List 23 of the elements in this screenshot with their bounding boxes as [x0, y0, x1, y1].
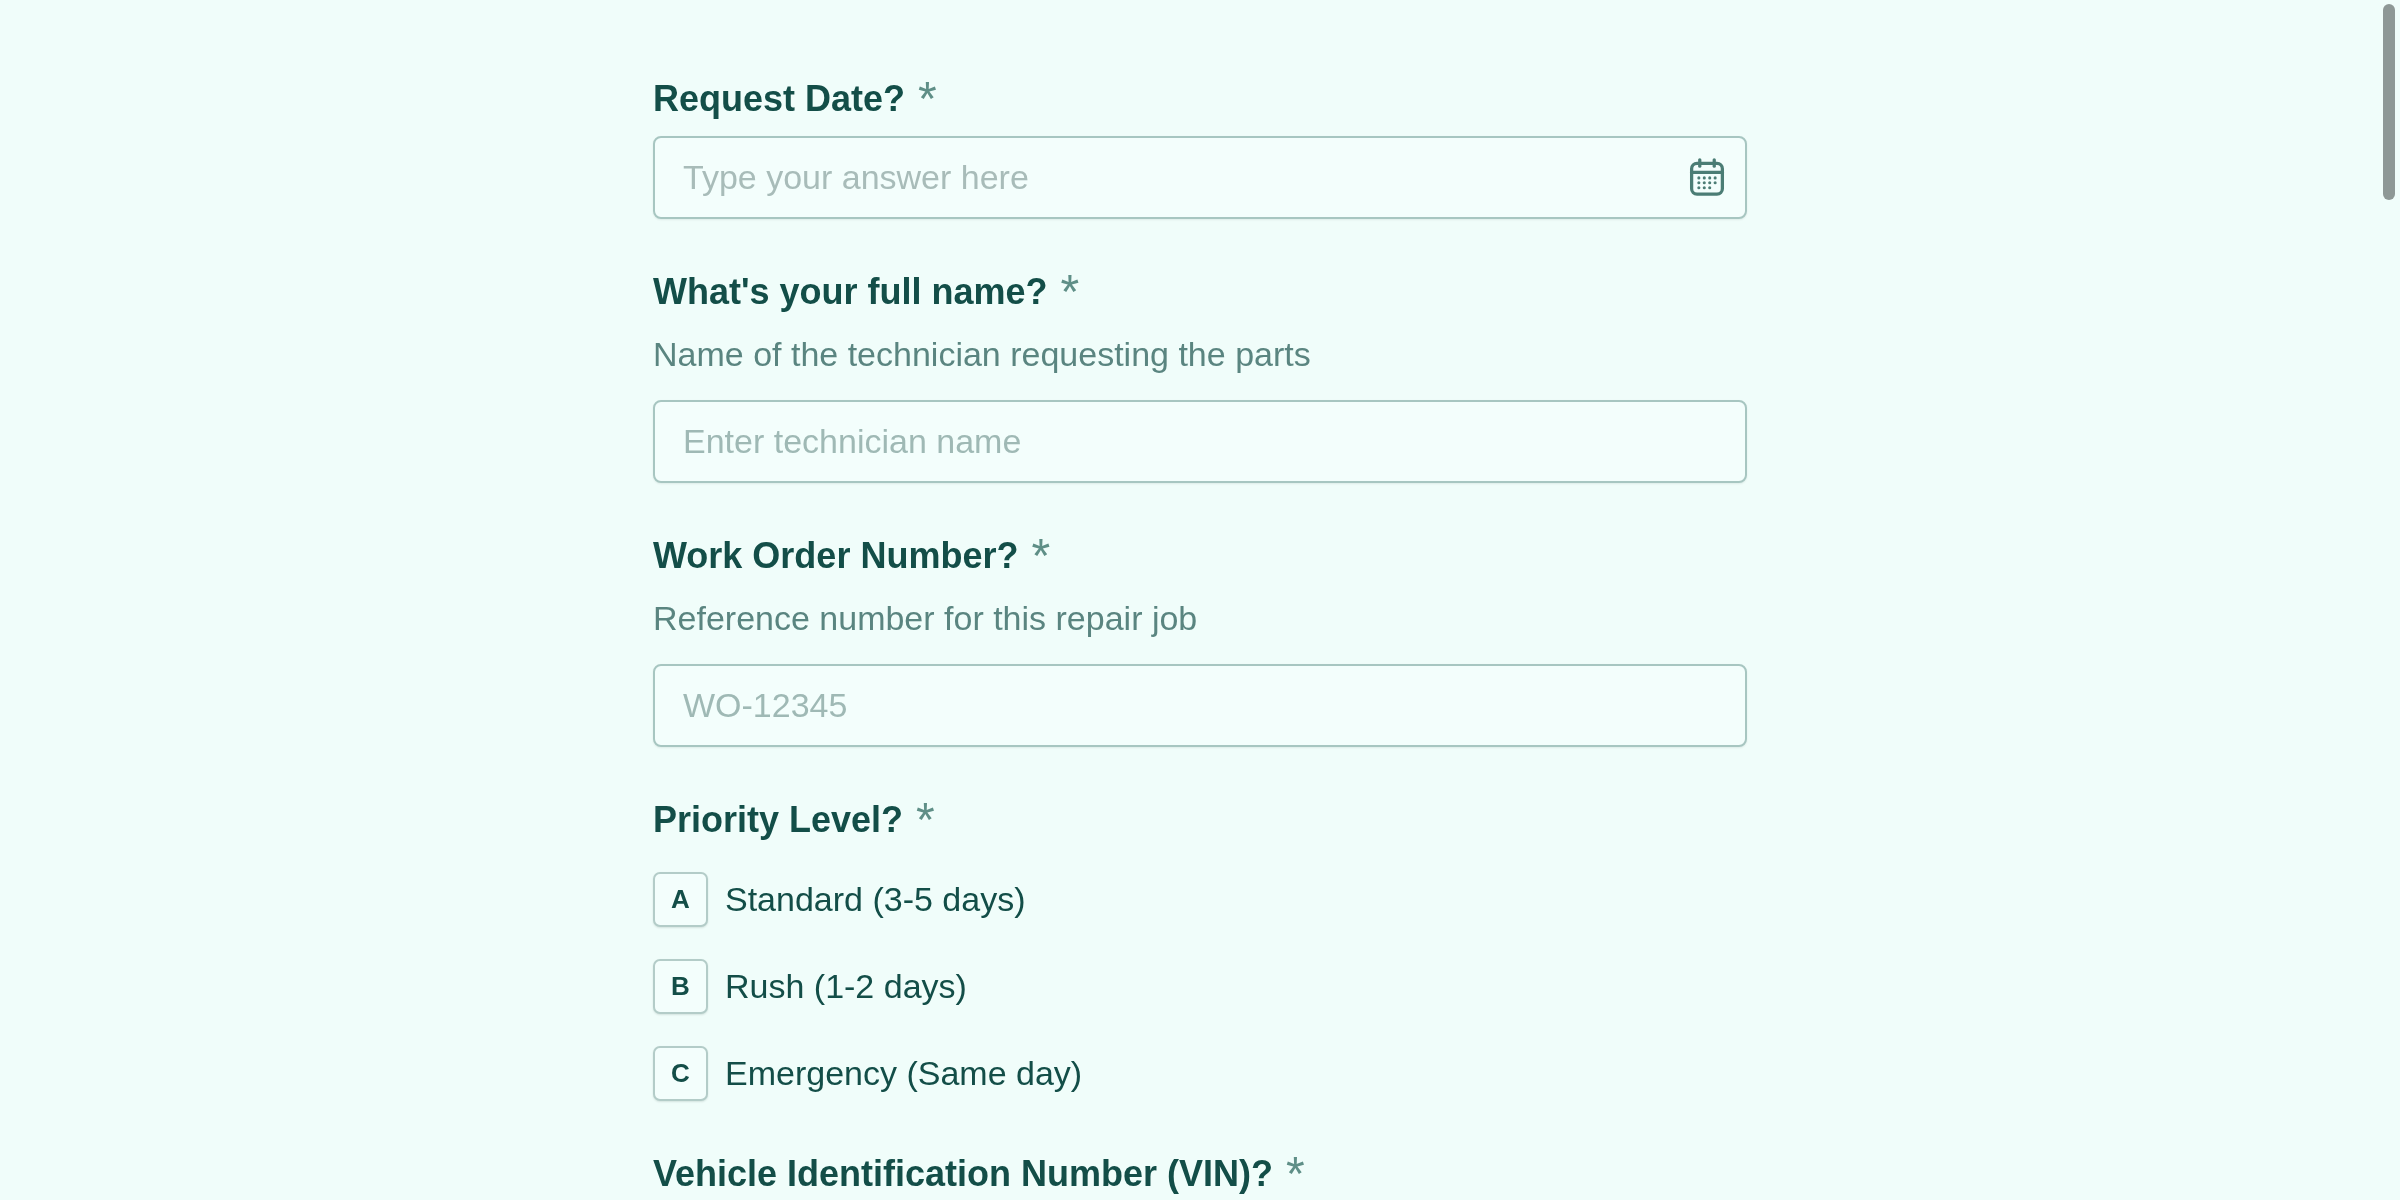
required-mark: *: [918, 78, 937, 120]
question-label: Request Date?: [653, 78, 906, 120]
required-mark: *: [1060, 271, 1080, 313]
required-mark: *: [1286, 1153, 1305, 1195]
question-description: Reference number for this repair job: [653, 598, 1199, 639]
required-mark: *: [916, 799, 935, 841]
required-mark: *: [1031, 535, 1051, 577]
calendar-icon[interactable]: [1688, 158, 1726, 196]
choice-option[interactable]: B Rush (1-2 days): [653, 959, 967, 1014]
choice-option[interactable]: C Emergency (Same day): [653, 1046, 1083, 1101]
question-label: Priority Level?: [653, 799, 904, 841]
question-description: Name of the technician requesting the parts: [653, 334, 1312, 375]
question-label: What's your full name?: [653, 271, 1048, 313]
scrollbar-thumb[interactable]: [2383, 4, 2395, 200]
option-key: A: [653, 872, 708, 927]
text-field[interactable]: Enter technician name: [653, 400, 1747, 483]
question-label: Work Order Number?: [653, 535, 1019, 577]
choice-option[interactable]: A Standard (3-5 days): [653, 872, 1026, 927]
question-label: Vehicle Identification Number (VIN)?: [653, 1153, 1274, 1195]
option-key: B: [653, 959, 708, 1014]
text-field[interactable]: WO-12345: [653, 664, 1747, 747]
option-key: C: [653, 1046, 708, 1101]
date-field[interactable]: Type your answer here: [653, 136, 1747, 219]
